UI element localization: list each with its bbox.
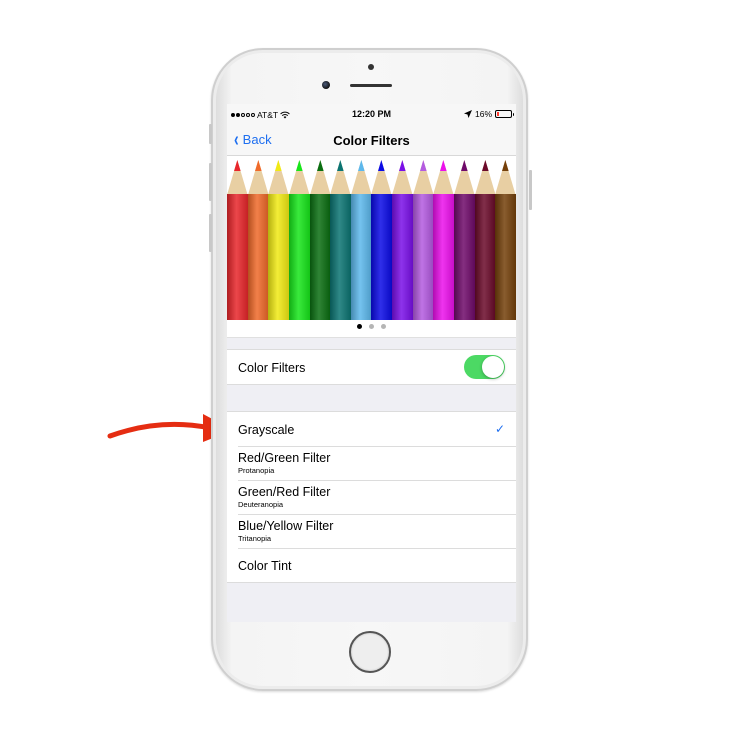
filter-option-row[interactable]: Color Tint <box>227 548 516 582</box>
power-button <box>529 170 532 210</box>
color-filter-preview-carousel[interactable] <box>227 156 516 338</box>
navigation-bar: ‹ Back Color Filters <box>227 124 516 156</box>
filter-option-sublabel: Tritanopia <box>238 534 272 543</box>
pencil <box>495 160 516 320</box>
volume-down-button <box>209 214 212 252</box>
page-dot[interactable] <box>381 324 386 329</box>
pencil <box>454 160 475 320</box>
pencil <box>309 160 331 320</box>
volume-up-button <box>209 163 212 201</box>
pencil <box>371 160 393 320</box>
page-title: Color Filters <box>333 133 410 148</box>
checkmark-icon: ✓ <box>494 422 505 436</box>
pencil <box>350 160 372 320</box>
filter-option-sublabel: Protanopia <box>238 466 275 475</box>
filter-option-row[interactable]: Grayscale ✓ <box>227 412 516 446</box>
status-bar: AT&T 12:20 PM 16% <box>227 104 516 124</box>
pencil <box>392 160 413 320</box>
filter-options-list: Grayscale ✓ Red/Green Filter Protanopia Gree… <box>227 411 516 583</box>
pencil <box>412 160 434 320</box>
filter-option-label: Grayscale <box>238 423 295 437</box>
filter-option-label: Blue/Yellow Filter <box>238 519 334 533</box>
pencil <box>268 160 289 320</box>
pencil <box>433 160 455 320</box>
page-dot[interactable] <box>357 324 362 329</box>
color-filters-switch[interactable] <box>464 355 505 379</box>
colored-pencils-image <box>227 160 516 320</box>
pencil <box>247 160 269 320</box>
filter-option-row[interactable]: Blue/Yellow Filter Tritanopia <box>227 514 516 548</box>
filter-option-label: Red/Green Filter <box>238 451 331 465</box>
color-filters-toggle-group: Color Filters <box>227 349 516 385</box>
home-button[interactable] <box>349 631 391 673</box>
color-filters-toggle-row: Color Filters <box>227 350 516 384</box>
filter-option-row[interactable]: Red/Green Filter Protanopia <box>227 446 516 480</box>
filter-option-label: Green/Red Filter <box>238 485 331 499</box>
screen: AT&T 12:20 PM 16% ‹ Back Color Filters C… <box>227 104 516 622</box>
color-filters-label: Color Filters <box>238 361 306 375</box>
battery-icon <box>495 110 514 118</box>
mute-switch <box>209 124 212 144</box>
page-dot[interactable] <box>369 324 374 329</box>
pencil <box>288 160 310 320</box>
proximity-sensor <box>368 64 374 70</box>
filter-option-label: Color Tint <box>238 559 292 573</box>
pencil <box>474 160 496 320</box>
battery-percent: 16% <box>474 109 492 119</box>
front-camera <box>322 81 330 89</box>
filter-option-sublabel: Deuteranopia <box>238 500 284 509</box>
earpiece-speaker <box>350 84 392 87</box>
pencil <box>227 160 248 320</box>
filter-option-row[interactable]: Green/Red Filter Deuteranopia <box>227 480 516 514</box>
location-arrow-icon <box>463 110 472 118</box>
page-indicator[interactable] <box>227 324 516 329</box>
pencil <box>330 160 351 320</box>
